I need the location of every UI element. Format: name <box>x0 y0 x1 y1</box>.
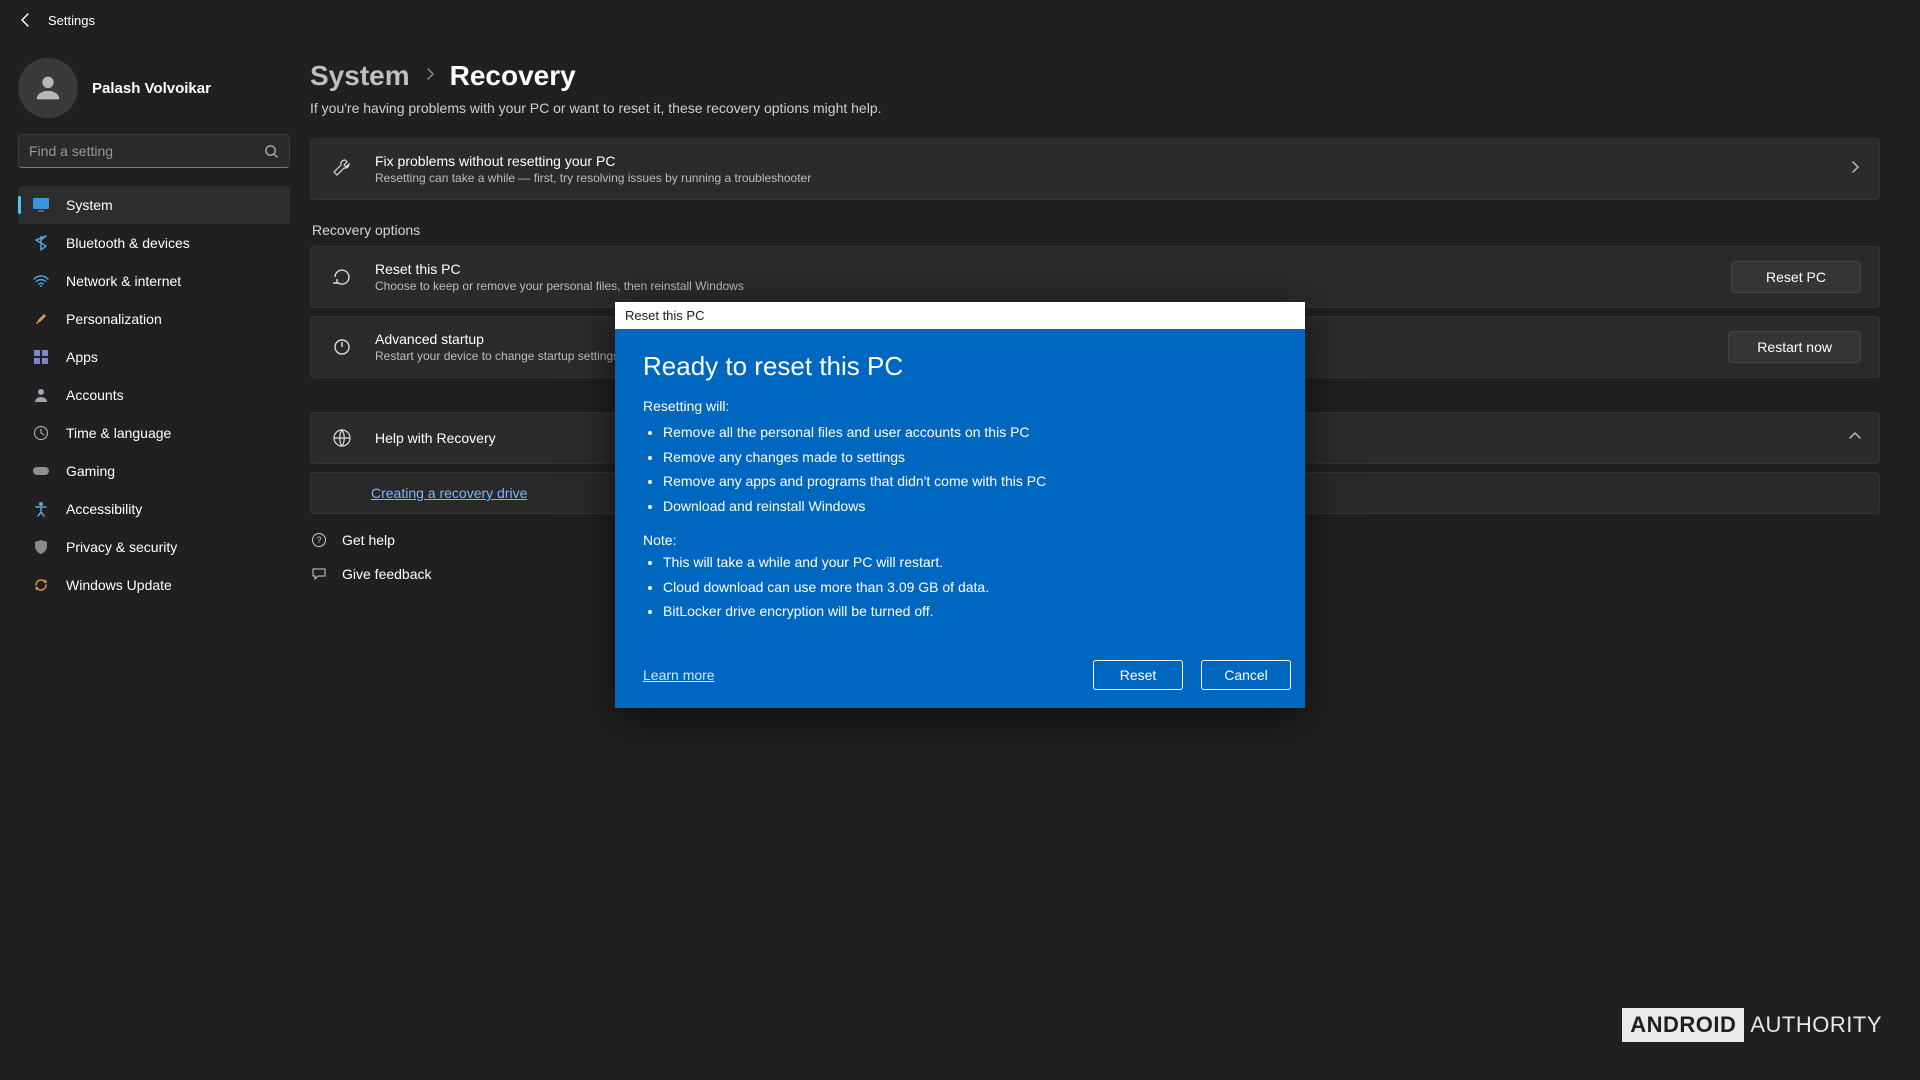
dialog-will-item: Remove any changes made to settings <box>663 445 1277 470</box>
clock-globe-icon <box>32 424 50 442</box>
wrench-icon <box>329 158 355 180</box>
chevron-up-icon <box>1849 429 1861 447</box>
nav-item-apps[interactable]: Apps <box>18 338 290 376</box>
dialog-note-label: Note: <box>643 532 1277 548</box>
back-button[interactable] <box>12 6 40 34</box>
bluetooth-icon <box>32 234 50 252</box>
nav-label: Network & internet <box>66 273 181 289</box>
nav-item-accessibility[interactable]: Accessibility <box>18 490 290 528</box>
startup-icon <box>329 336 355 358</box>
give-feedback-label: Give feedback <box>342 566 432 582</box>
nav-item-system[interactable]: System <box>18 186 290 224</box>
avatar <box>18 58 78 118</box>
nav-label: Privacy & security <box>66 539 177 555</box>
dialog-cancel-button[interactable]: Cancel <box>1201 660 1291 690</box>
arrow-left-icon <box>18 12 34 28</box>
learn-more-link[interactable]: Learn more <box>643 667 715 683</box>
create-recovery-drive-link[interactable]: Creating a recovery drive <box>371 485 527 501</box>
monitor-icon <box>32 196 50 214</box>
reset-pc-card: Reset this PC Choose to keep or remove y… <box>310 246 1880 308</box>
dialog-will-item: Remove any apps and programs that didn't… <box>663 469 1277 494</box>
watermark: ANDROID AUTHORITY <box>1622 1008 1882 1042</box>
dialog-will-item: Download and reinstall Windows <box>663 494 1277 519</box>
dialog-will-item: Remove all the personal files and user a… <box>663 420 1277 445</box>
apps-icon <box>32 348 50 366</box>
dialog-note-item: Cloud download can use more than 3.09 GB… <box>663 575 1277 600</box>
nav-label: Personalization <box>66 311 162 327</box>
user-name: Palash Volvoikar <box>92 80 211 97</box>
troubleshoot-card[interactable]: Fix problems without resetting your PC R… <box>310 138 1880 200</box>
nav-label: Time & language <box>66 425 171 441</box>
paintbrush-icon <box>32 310 50 328</box>
nav-label: Accessibility <box>66 501 142 517</box>
svg-text:?: ? <box>316 535 321 545</box>
breadcrumb: System Recovery <box>310 60 1880 92</box>
troubleshoot-title: Fix problems without resetting your PC <box>375 153 1829 169</box>
feedback-icon <box>310 566 328 582</box>
user-profile[interactable]: Palash Volvoikar <box>18 58 290 118</box>
dialog-window-title: Reset this PC <box>615 302 1305 329</box>
account-icon <box>32 386 50 404</box>
watermark-android: ANDROID <box>1622 1008 1744 1042</box>
nav-item-privacy[interactable]: Privacy & security <box>18 528 290 566</box>
search-input-wrap[interactable] <box>18 134 290 168</box>
dialog-note-item: BitLocker drive encryption will be turne… <box>663 599 1277 624</box>
dialog-reset-button[interactable]: Reset <box>1093 660 1183 690</box>
dialog-note-list: This will take a while and your PC will … <box>663 550 1277 624</box>
accessibility-icon <box>32 500 50 518</box>
reset-pc-title: Reset this PC <box>375 261 1711 277</box>
reset-pc-button[interactable]: Reset PC <box>1731 261 1861 293</box>
nav-label: Windows Update <box>66 577 172 593</box>
nav-item-personalization[interactable]: Personalization <box>18 300 290 338</box>
troubleshoot-desc: Resetting can take a while — first, try … <box>375 171 1829 185</box>
gamepad-icon <box>32 462 50 480</box>
nav-item-time-language[interactable]: Time & language <box>18 414 290 452</box>
reset-icon <box>329 266 355 288</box>
nav-item-network[interactable]: Network & internet <box>18 262 290 300</box>
nav-label: Apps <box>66 349 98 365</box>
wifi-icon <box>32 272 50 290</box>
dialog-will-list: Remove all the personal files and user a… <box>663 420 1277 518</box>
page-title: Recovery <box>450 60 576 92</box>
restart-now-button[interactable]: Restart now <box>1728 331 1861 363</box>
person-icon <box>31 71 65 105</box>
get-help-label: Get help <box>342 532 395 548</box>
nav-label: System <box>66 197 113 213</box>
search-icon <box>264 144 279 159</box>
nav-item-accounts[interactable]: Accounts <box>18 376 290 414</box>
search-input[interactable] <box>29 143 264 159</box>
chevron-right-icon <box>1849 160 1861 178</box>
chevron-right-icon <box>424 67 436 85</box>
dialog-lead: Resetting will: <box>643 398 1277 414</box>
page-subtitle: If you're having problems with your PC o… <box>310 100 1880 116</box>
update-icon <box>32 576 50 594</box>
globe-icon <box>329 427 355 449</box>
nav-label: Gaming <box>66 463 115 479</box>
help-icon: ? <box>310 532 328 548</box>
nav-item-bluetooth[interactable]: Bluetooth & devices <box>18 224 290 262</box>
breadcrumb-parent[interactable]: System <box>310 60 410 92</box>
dialog-heading: Ready to reset this PC <box>643 351 1277 382</box>
nav-label: Accounts <box>66 387 124 403</box>
reset-pc-dialog: Reset this PC Ready to reset this PC Res… <box>615 302 1305 708</box>
dialog-note-item: This will take a while and your PC will … <box>663 550 1277 575</box>
nav-item-windows-update[interactable]: Windows Update <box>18 566 290 604</box>
nav-label: Bluetooth & devices <box>66 235 190 251</box>
shield-icon <box>32 538 50 556</box>
reset-pc-desc: Choose to keep or remove your personal f… <box>375 279 1711 293</box>
recovery-options-label: Recovery options <box>312 222 1880 238</box>
watermark-authority: AUTHORITY <box>1750 1012 1882 1038</box>
titlebar-app-name: Settings <box>48 13 95 28</box>
nav-item-gaming[interactable]: Gaming <box>18 452 290 490</box>
